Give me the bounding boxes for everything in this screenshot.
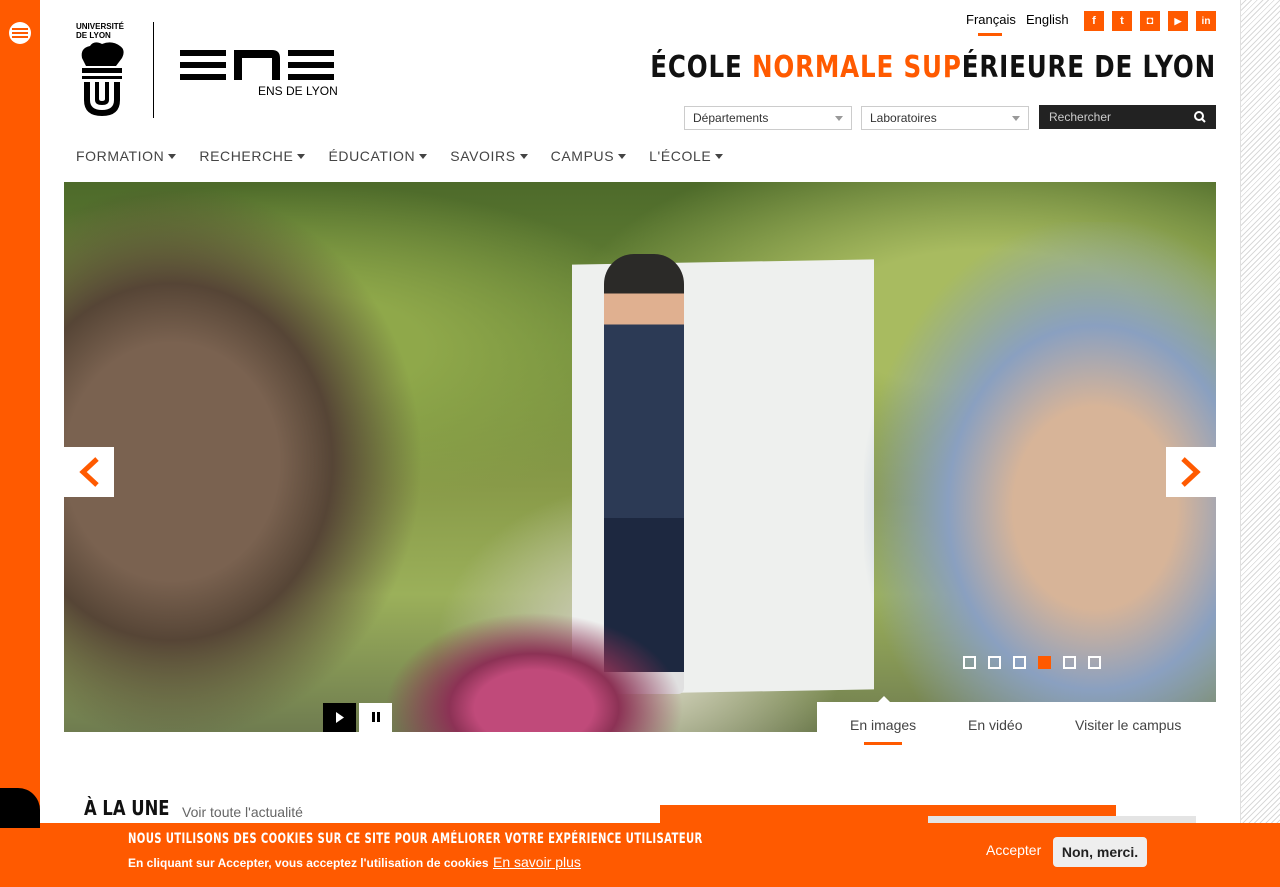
slide-dot-6[interactable] [1088, 656, 1101, 669]
caret-down-icon [168, 153, 177, 159]
nav-item-label: RECHERCHE [199, 148, 294, 164]
lion-shield-icon [81, 42, 124, 116]
laboratoires-select[interactable]: Laboratoires [861, 106, 1029, 130]
left-rail [0, 0, 40, 887]
nav-item-label: ÉDUCATION [328, 148, 416, 164]
page: UNIVERSITÉ DE LYON ENS DE LYON Français … [0, 0, 1280, 887]
pause-button[interactable] [359, 703, 392, 732]
laboratoires-select-label: Laboratoires [870, 111, 937, 125]
right-hatched-rail [1240, 0, 1280, 887]
youtube-icon[interactable]: ▶ [1168, 11, 1188, 31]
caret-down-icon [297, 153, 306, 159]
ens-wordmark-icon [180, 50, 334, 80]
twitter-icon[interactable]: t [1112, 11, 1132, 31]
all-news-link[interactable]: Voir toute l'actualité [182, 804, 303, 820]
cookie-accept-button[interactable]: Accepter [986, 842, 1041, 858]
chevron-right-icon [1181, 457, 1201, 487]
facebook-icon[interactable]: f [1084, 11, 1104, 31]
chevron-left-icon [79, 457, 99, 487]
cookie-title: NOUS UTILISONS DES COOKIES SUR CE SITE P… [128, 831, 703, 847]
caret-down-icon [519, 153, 528, 159]
site-title: ÉCOLE NORMALE SUPÉRIEURE DE LYON [650, 50, 1216, 85]
site-title-highlight: NORMALE SUP [751, 50, 962, 85]
nav-item-campus[interactable]: CAMPUS [551, 148, 627, 164]
caret-down-icon [419, 153, 428, 159]
instagram-icon[interactable]: ◘ [1140, 11, 1160, 31]
linkedin-icon[interactable]: in [1196, 11, 1216, 31]
nav-item-label: CAMPUS [550, 148, 615, 164]
slide-dot-3[interactable] [1013, 656, 1026, 669]
nav-item-recherche[interactable]: RECHERCHE [199, 148, 306, 164]
slide-dot-2[interactable] [988, 656, 1001, 669]
departements-select[interactable]: Départements [684, 106, 852, 130]
nav-item-label: FORMATION [76, 148, 165, 164]
play-button[interactable] [323, 703, 356, 732]
tab-visiter-le-campus[interactable]: Visiter le campus [1075, 717, 1181, 733]
chat-bubble-icon[interactable] [0, 788, 40, 828]
search-button[interactable] [1184, 105, 1216, 129]
slide-dot-1[interactable] [963, 656, 976, 669]
caret-down-icon [618, 153, 627, 159]
site-title-part2: ÉRIEURE DE LYON [961, 50, 1216, 85]
lang-english[interactable]: English [1026, 12, 1069, 27]
menu-icon[interactable] [9, 22, 31, 44]
main-nav: FORMATION RECHERCHE ÉDUCATION SAVOIRS CA… [76, 148, 746, 164]
search-input[interactable] [1039, 105, 1184, 129]
cookie-decline-button[interactable]: Non, merci. [1053, 837, 1147, 867]
nav-item-savoirs[interactable]: SAVOIRS [450, 148, 528, 164]
next-slide-button[interactable] [1166, 447, 1216, 497]
site-title-part1: ÉCOLE [650, 50, 752, 85]
hero-slideshow-image [64, 182, 1216, 732]
slide-dot-5[interactable] [1063, 656, 1076, 669]
tab-en-images[interactable]: En images [850, 717, 916, 745]
nav-item-label: SAVOIRS [450, 148, 516, 164]
cookie-more-link[interactable]: En savoir plus [493, 854, 581, 870]
nav-item-education[interactable]: ÉDUCATION [328, 148, 428, 164]
cookie-banner: NOUS UTILISONS DES COOKIES SUR CE SITE P… [40, 823, 1280, 887]
udl-logo-text: UNIVERSITÉ DE LYON [76, 22, 125, 40]
pause-icon [372, 712, 380, 722]
tab-en-video[interactable]: En vidéo [968, 717, 1022, 733]
search-box [1039, 105, 1216, 129]
chevron-down-icon [1012, 116, 1020, 121]
chevron-down-icon [835, 116, 843, 121]
media-tabs: En images En vidéo Visiter le campus [817, 696, 1216, 748]
slide-dot-4[interactable] [1038, 656, 1051, 669]
logo-separator [153, 22, 154, 118]
caret-down-icon [715, 153, 724, 159]
cookie-text: En cliquant sur Accepter, vous acceptez … [128, 856, 489, 870]
lang-francais[interactable]: Français [966, 12, 1016, 36]
slide-indicators [963, 656, 1113, 669]
nav-item-label: L'ÉCOLE [649, 148, 712, 164]
universite-de-lyon-logo[interactable]: UNIVERSITÉ DE LYON [76, 22, 128, 118]
news-heading: À LA UNE [84, 796, 170, 820]
play-icon [336, 712, 344, 723]
prev-slide-button[interactable] [64, 447, 114, 497]
ens-logo-subtitle: ENS DE LYON [258, 84, 338, 98]
departements-select-label: Départements [693, 111, 769, 125]
nav-item-formation[interactable]: FORMATION [76, 148, 177, 164]
search-icon [1194, 111, 1206, 123]
nav-item-lecole[interactable]: L'ÉCOLE [649, 148, 724, 164]
